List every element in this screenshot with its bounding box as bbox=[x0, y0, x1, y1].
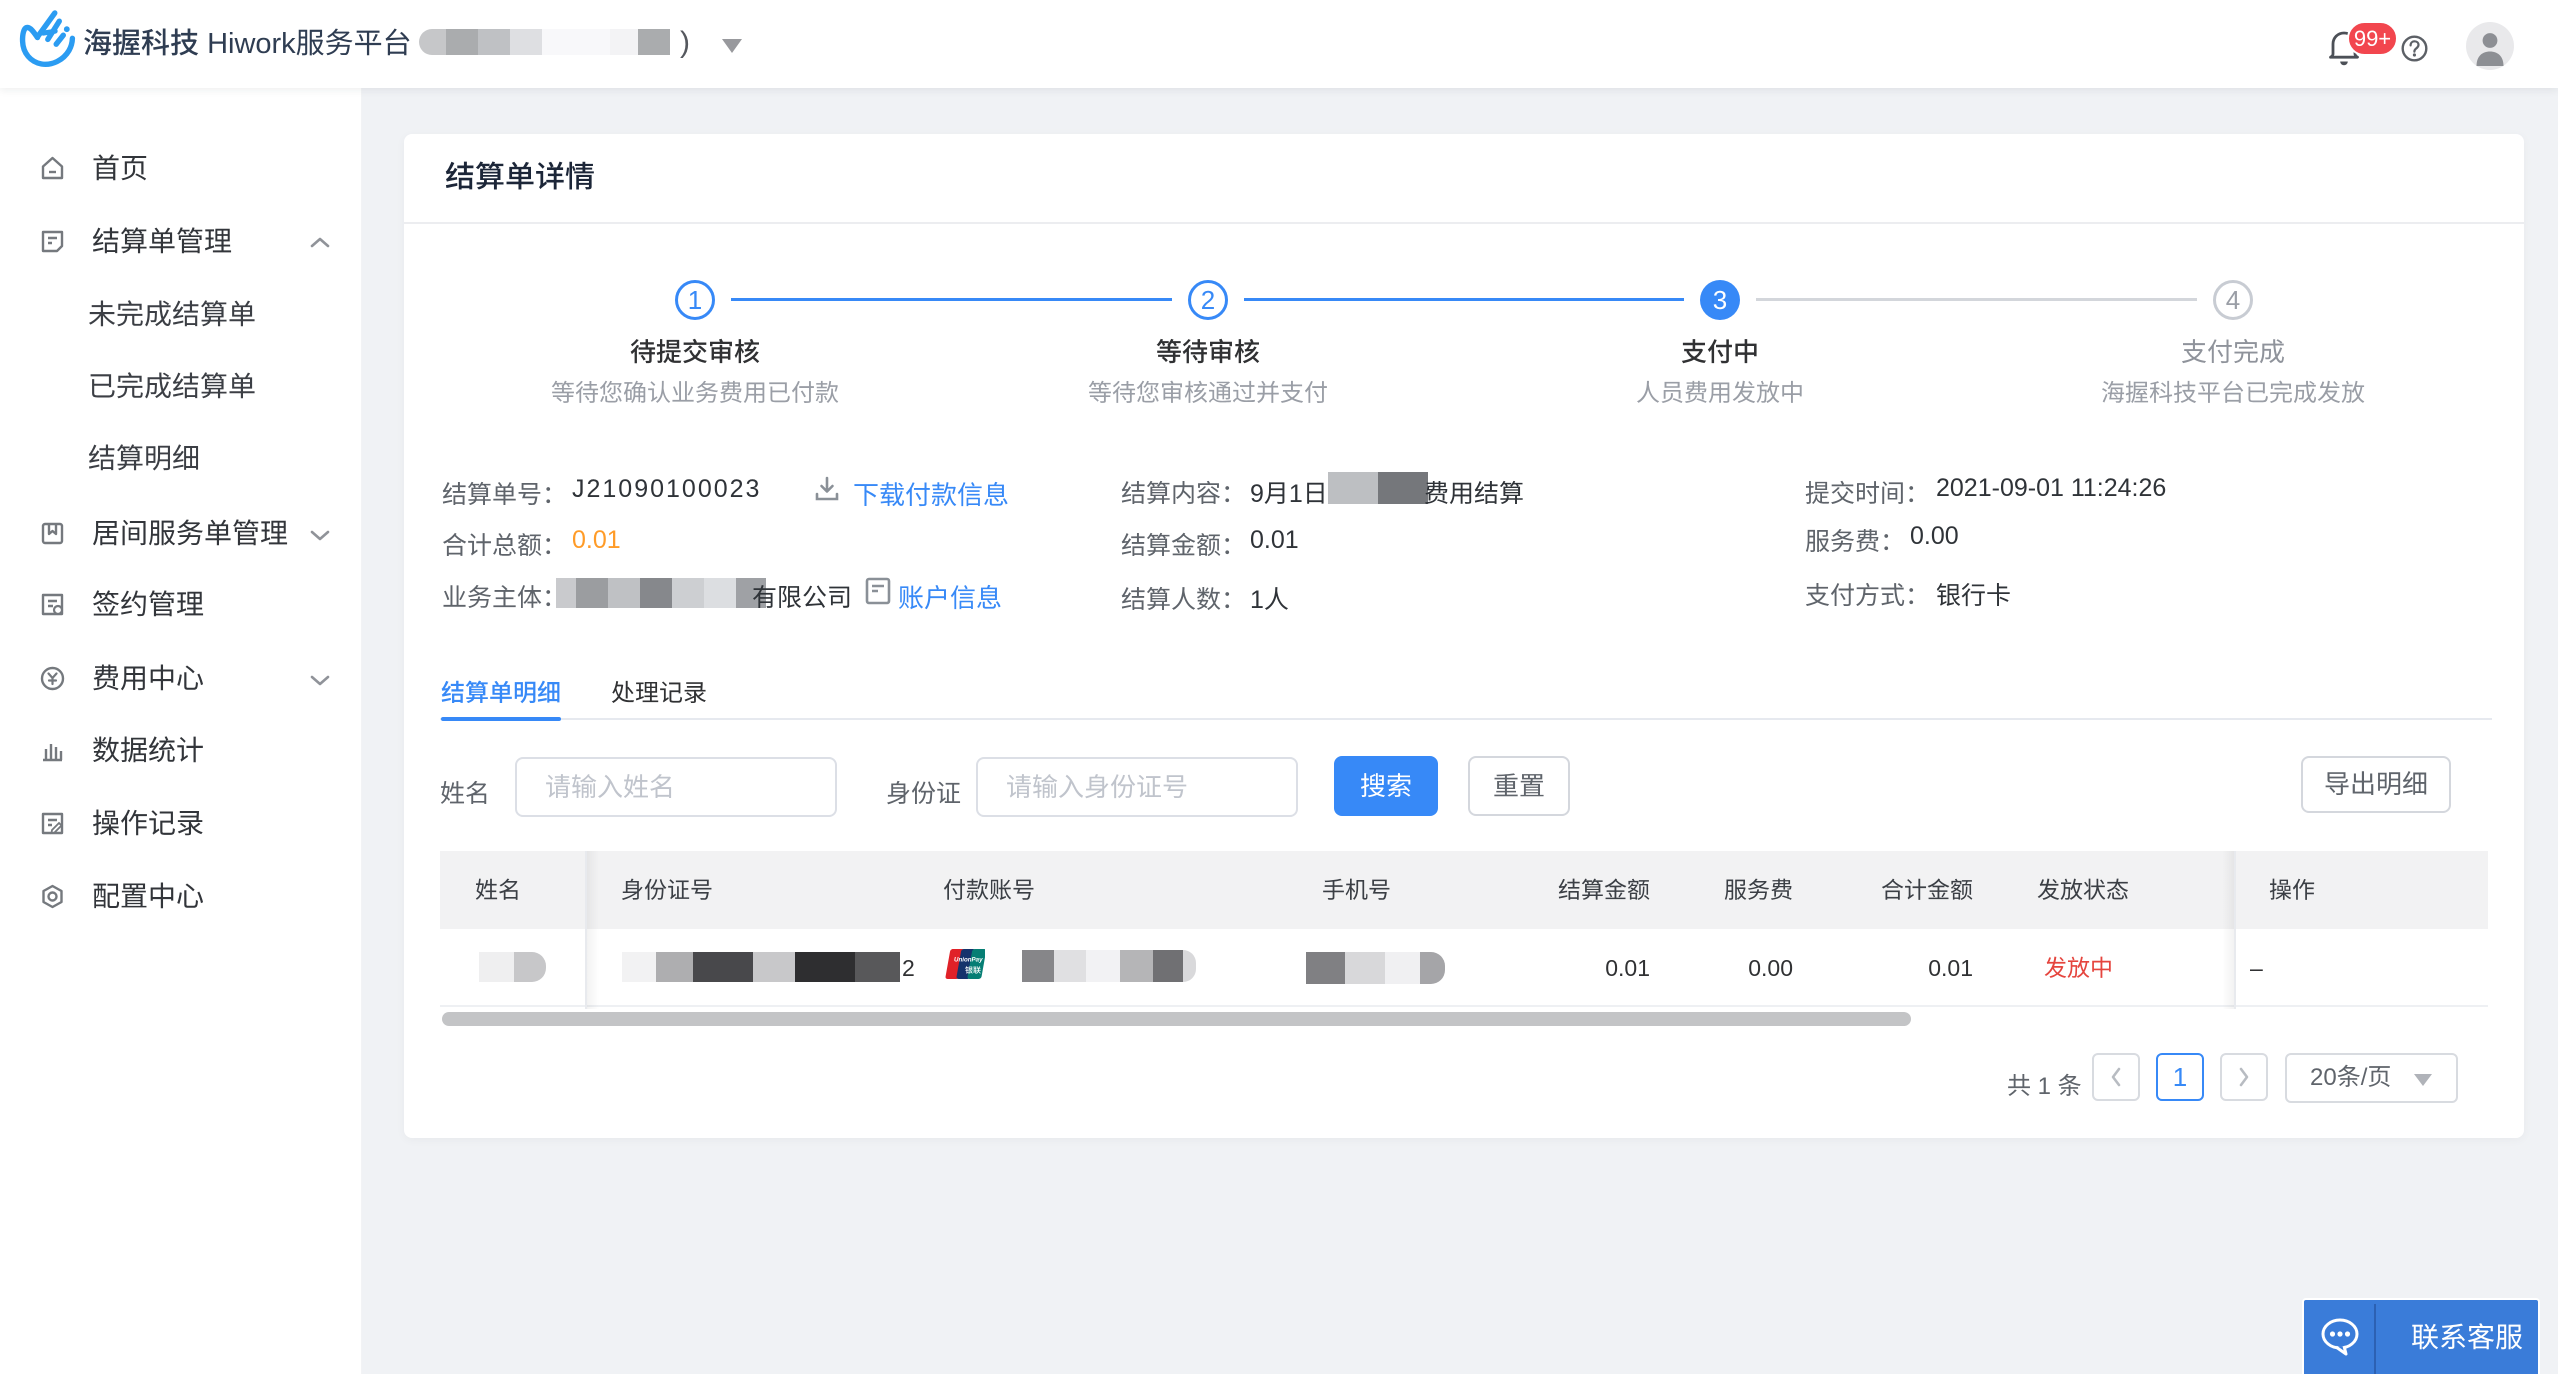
svg-text:银联: 银联 bbox=[965, 966, 981, 975]
svg-text:UnionPay: UnionPay bbox=[954, 957, 983, 964]
